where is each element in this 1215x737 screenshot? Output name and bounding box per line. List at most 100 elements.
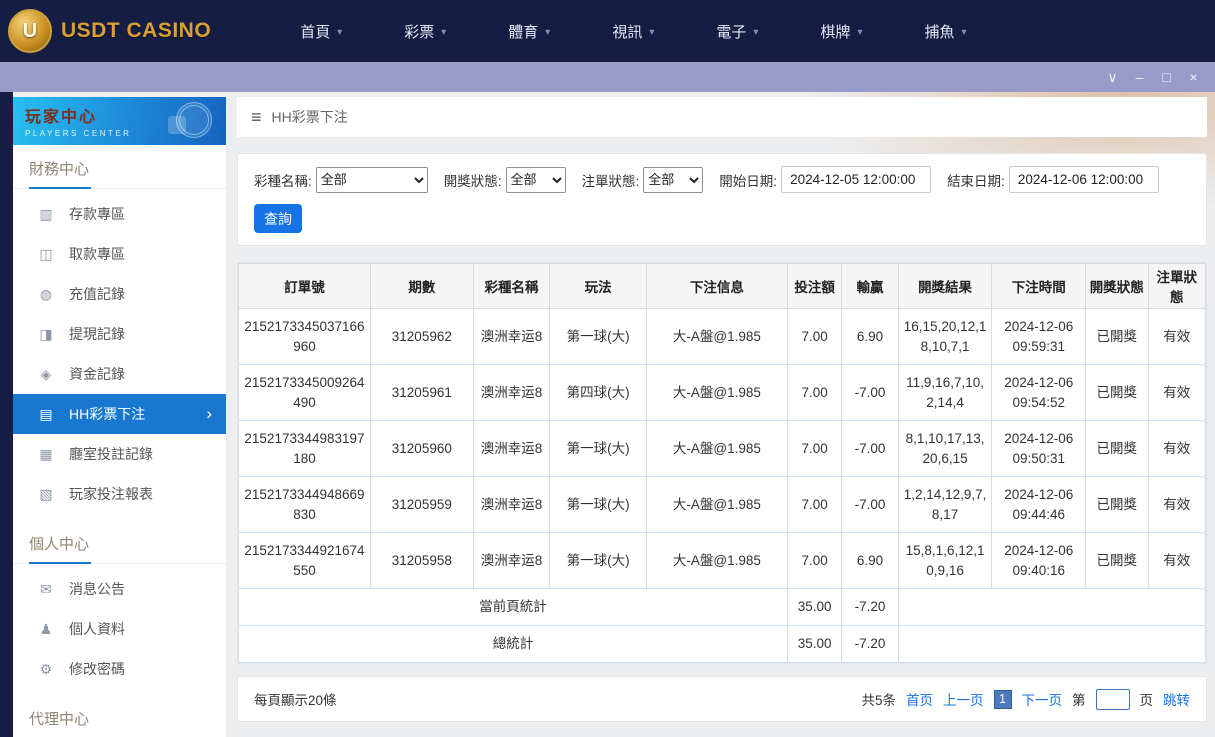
- sidebar-item-label: 取款專區: [69, 246, 125, 262]
- per-page-info: 每頁顯示20條: [254, 693, 337, 708]
- table-cell: 已開獎: [1085, 364, 1149, 421]
- column-header: 期數: [369, 263, 474, 309]
- sidebar-item[interactable]: ◨ 提現記錄: [13, 314, 226, 354]
- draw-status-filter-label: 開獎狀態:: [443, 173, 502, 189]
- search-button[interactable]: 查詢: [254, 204, 302, 233]
- profile-icon: ♟: [39, 620, 53, 637]
- draw-status-select[interactable]: 全部: [505, 166, 566, 193]
- table-cell: 31205958: [369, 532, 474, 589]
- nav-item[interactable]: 捕魚 ▾: [893, 0, 997, 62]
- table-row: 2152173344921674550 31205958 澳洲幸运8 第一球(大) 大-…: [238, 532, 1207, 589]
- bet-table: 訂單號 期數 彩種名稱 玩法 下注信息 投注額 輸贏 開獎結果 下注時間 開獎狀態 注單狀態 215…: [238, 263, 1207, 663]
- draw-status-filter-group: 開獎狀態: 全部: [443, 166, 566, 193]
- column-header: 下注信息: [645, 263, 788, 309]
- jump-link[interactable]: 跳转: [1163, 689, 1190, 709]
- grand-total-row: 總統計 35.00 -7.20: [238, 625, 1207, 663]
- withdraw-icon: ◫: [39, 245, 53, 262]
- page-jump-input[interactable]: [1095, 688, 1130, 710]
- filter-panel: 彩種名稱: 全部 開獎狀態: 全部 注單狀態: 全部 開始日期: 2024-12…: [237, 153, 1207, 246]
- withdrawal-record-icon: ◨: [39, 325, 53, 342]
- grand-total-empty: [897, 625, 1207, 663]
- sidebar-item[interactable]: ⚙ 修改密碼: [13, 649, 226, 689]
- bet-table-panel: 訂單號 期數 彩種名稱 玩法 下注信息 投注額 輸贏 開獎結果 下注時間 開獎狀態 注單狀態 215…: [237, 262, 1207, 664]
- nav-item[interactable]: 首頁 ▾: [269, 0, 373, 62]
- page-total-empty: [897, 588, 1207, 626]
- first-page-link[interactable]: 首页: [906, 689, 933, 709]
- sidebar-item[interactable]: ◍ 充值記錄: [13, 274, 226, 314]
- hamburger-icon[interactable]: ≡: [251, 107, 262, 128]
- nav-item[interactable]: 電子 ▾: [685, 0, 789, 62]
- sidebar-item[interactable]: ♟ 個人資料: [13, 609, 226, 649]
- pagination-bar: 每頁顯示20條 共5条 首页 上一页 1 下一页 第 页 跳转: [237, 676, 1207, 722]
- table-cell: 7.00: [786, 364, 843, 421]
- lottery-select[interactable]: 全部: [315, 166, 428, 193]
- nav-item[interactable]: 棋牌 ▾: [789, 0, 893, 62]
- page-total-row: 當前頁統計 35.00 -7.20: [238, 588, 1207, 626]
- nav-item[interactable]: 彩票 ▾: [373, 0, 477, 62]
- table-cell: 第一球(大): [549, 476, 647, 533]
- password-icon: ⚙: [39, 660, 53, 677]
- window-minimize-icon[interactable]: –: [1126, 64, 1153, 90]
- table-cell: 6.90: [841, 308, 899, 365]
- logo-icon: U: [8, 9, 52, 53]
- sidebar-item[interactable]: ▥ 存款專區: [13, 194, 226, 234]
- table-cell: 8,1,10,17,13,20,6,15: [897, 420, 993, 477]
- table-cell: 7.00: [786, 308, 843, 365]
- column-header: 訂單號: [238, 263, 371, 309]
- hall-bets-icon: ▦: [39, 445, 53, 462]
- table-cell: 有效: [1147, 476, 1207, 533]
- current-page-badge[interactable]: 1: [993, 689, 1012, 709]
- window-maximize-icon[interactable]: □: [1153, 64, 1180, 90]
- column-header: 下注時間: [991, 263, 1087, 309]
- funds-icon: ◈: [40, 365, 52, 382]
- page-suffix-label: 页: [1139, 693, 1154, 708]
- column-header: 注單狀態: [1147, 263, 1207, 309]
- nav-item-label: 彩票: [404, 23, 435, 41]
- chevron-down-icon: ▾: [649, 26, 655, 38]
- sidebar-item[interactable]: ▤ HH彩票下注 ›: [13, 394, 226, 434]
- nav-item[interactable]: 視訊 ▾: [581, 0, 685, 62]
- table-cell: 大-A盤@1.985: [645, 364, 788, 421]
- chevron-down-icon: ▾: [337, 26, 343, 38]
- pager: 共5条 首页 上一页 1 下一页 第 页 跳转: [861, 688, 1190, 710]
- sidebar-item-list: ▥ 存款專區 ◫ 取款專區 ◍ 充值記錄 ◨ 提現記錄 ◈ 資金記錄 ▤ HH彩票下注 › ▦ 廳室投註記錄…: [13, 189, 226, 520]
- table-row: 2152173344983197180 31205960 澳洲幸运8 第一球(大) 大-…: [238, 420, 1207, 477]
- logo[interactable]: U USDT CASINO: [8, 9, 211, 53]
- column-header: 投注額: [786, 263, 843, 309]
- sidebar-item-label: 消息公告: [69, 581, 125, 597]
- sidebar-section-title: 財務中心: [13, 145, 226, 189]
- lottery-filter-group: 彩種名稱: 全部: [254, 166, 428, 193]
- sidebar-item-label: 修改密碼: [69, 661, 125, 677]
- casino-chip-icon: [168, 102, 212, 138]
- bet-status-filter-label: 注單狀態:: [581, 173, 640, 189]
- sidebar-item[interactable]: ▧ 玩家投注報表: [13, 474, 226, 514]
- end-date-input[interactable]: [1008, 166, 1159, 193]
- nav-item[interactable]: 體育 ▾: [477, 0, 581, 62]
- window-close-icon[interactable]: ×: [1180, 64, 1207, 90]
- table-cell: 2024-12-06 09:54:52: [991, 364, 1087, 421]
- bet-table-head-row: 訂單號 期數 彩種名稱 玩法 下注信息 投注額 輸贏 開獎結果 下注時間 開獎狀態 注單狀態: [238, 263, 1207, 309]
- bet-status-select[interactable]: 全部: [643, 166, 704, 193]
- table-cell: 2024-12-06 09:44:46: [991, 476, 1087, 533]
- sidebar-item[interactable]: ✉ 消息公告: [13, 569, 226, 609]
- table-cell: 已開獎: [1085, 532, 1149, 589]
- page-total-label: 當前頁統計: [238, 588, 788, 626]
- start-date-input[interactable]: [781, 166, 932, 193]
- sidebar-item[interactable]: ◈ 資金記錄: [13, 354, 226, 394]
- sidebar-item-list: ✉ 消息公告 ♟ 個人資料 ⚙ 修改密碼: [13, 564, 226, 695]
- sidebar-item[interactable]: ◫ 取款專區: [13, 234, 226, 274]
- sidebar-item-label: 存款專區: [69, 206, 125, 222]
- sidebar-item-label: 個人資料: [69, 621, 125, 637]
- table-cell: 大-A盤@1.985: [645, 476, 788, 533]
- nav-item-label: 體育: [508, 23, 539, 41]
- window-chevron-icon[interactable]: ∨: [1099, 64, 1126, 90]
- table-cell: 16,15,20,12,18,10,7,1: [897, 308, 993, 365]
- prev-page-link[interactable]: 上一页: [943, 689, 984, 709]
- column-header: 開獎結果: [897, 263, 993, 309]
- sidebar-item[interactable]: ▦ 廳室投註記錄: [13, 434, 226, 474]
- table-cell: -7.00: [841, 476, 899, 533]
- table-cell: 第一球(大): [549, 420, 647, 477]
- breadcrumb: ≡ HH彩票下注: [237, 97, 1207, 137]
- active-arrow-icon: ›: [206, 404, 212, 423]
- next-page-link[interactable]: 下一页: [1022, 689, 1063, 709]
